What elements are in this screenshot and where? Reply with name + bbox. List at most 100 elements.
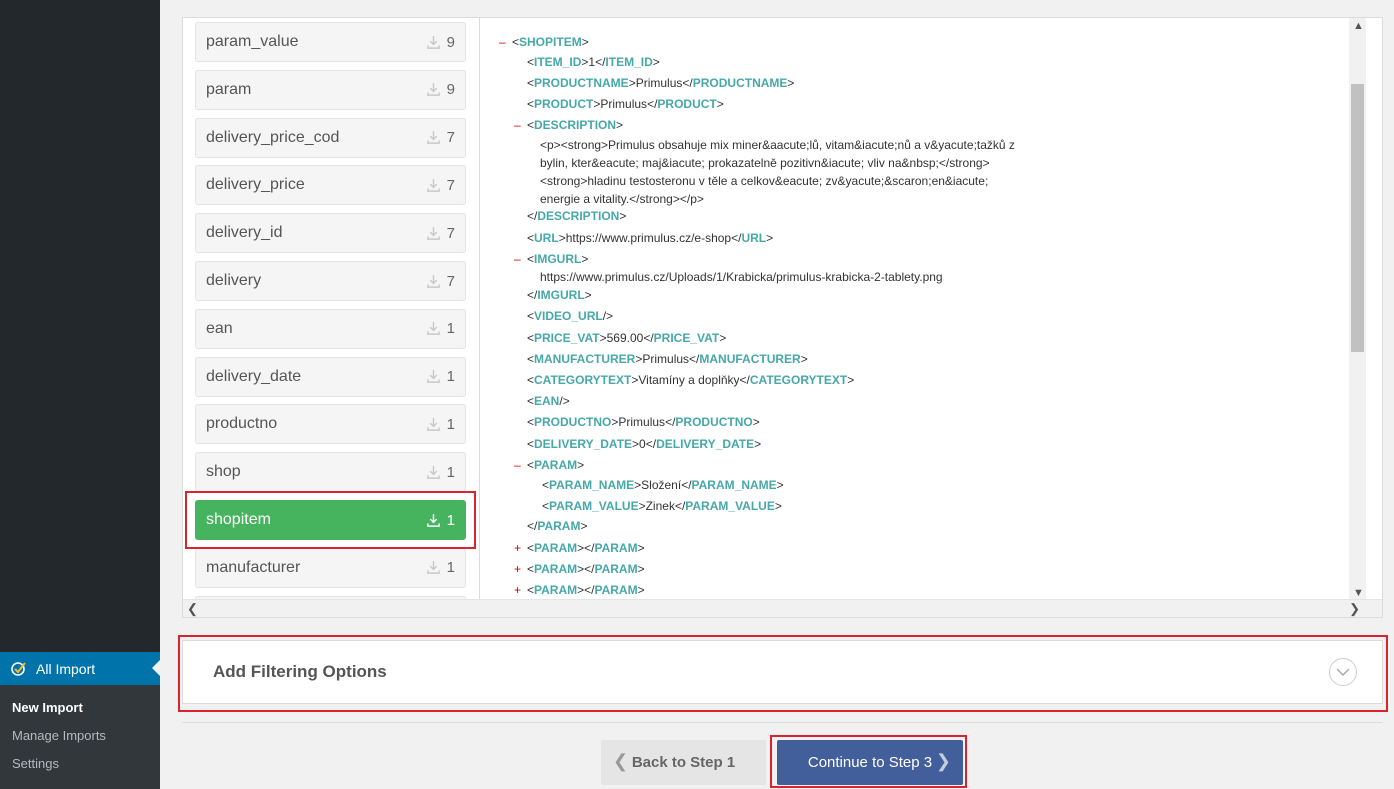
element-count: 7: [426, 225, 455, 242]
element-button-delivery[interactable]: delivery 7: [195, 261, 466, 301]
menu-item-all-import[interactable]: All Import: [0, 652, 160, 685]
xml-line: <URL>https://www.primulus.cz/e-shop</URL…: [527, 231, 774, 245]
xml-line: <PARAM></PARAM>: [527, 541, 645, 555]
element-name: delivery_price: [206, 176, 305, 194]
download-icon: [426, 274, 440, 288]
xml-line: <PRICE_VAT>569.00</PRICE_VAT>: [527, 331, 727, 345]
submenu-new-import[interactable]: New Import: [12, 700, 83, 715]
xml-line: <PRODUCT>Primulus</PRODUCT>: [527, 97, 724, 111]
xml-line: <PRODUCTNAME>Primulus</PRODUCTNAME>: [527, 76, 795, 90]
element-count-value: 9: [446, 33, 455, 51]
element-count: 9: [426, 81, 455, 98]
expand-toggle[interactable]: +: [514, 562, 521, 576]
download-icon: [426, 83, 440, 97]
scroll-right-icon[interactable]: ❯: [1349, 601, 1360, 617]
vertical-scrollbar[interactable]: ▲ ▼: [1349, 18, 1366, 601]
xml-line: </PARAM>: [527, 519, 588, 533]
download-icon: [426, 561, 440, 575]
all-import-submenu: New Import Manage Imports Settings: [0, 685, 160, 789]
collapse-toggle[interactable]: –: [514, 118, 521, 132]
download-icon: [426, 465, 440, 479]
continue-to-step-3-button[interactable]: Continue to Step 3 ❯: [777, 740, 963, 785]
xml-line: bylin, kter&eacute; maj&iacute; prokazat…: [540, 156, 990, 170]
xml-line: <PARAM></PARAM>: [527, 562, 645, 576]
current-menu-arrow: [152, 660, 160, 676]
download-icon: [426, 322, 440, 336]
expand-toggle[interactable]: +: [514, 583, 521, 597]
element-count: 1: [426, 416, 455, 433]
vertical-scroll-thumb[interactable]: [1351, 84, 1364, 352]
element-count-value: 1: [446, 463, 455, 481]
element-button-shop[interactable]: shop 1: [195, 452, 466, 493]
element-count: 1: [426, 559, 455, 576]
download-icon: [426, 226, 440, 240]
xml-line: <PARAM_VALUE>Zinek</PARAM_VALUE>: [542, 499, 782, 513]
admin-sidebar: All Import New Import Manage Imports Set…: [0, 0, 160, 789]
element-name: shopitem: [206, 511, 271, 528]
download-icon: [426, 131, 440, 144]
collapse-toggle[interactable]: –: [499, 35, 506, 49]
element-button-param-value[interactable]: param_value 9: [195, 22, 466, 62]
scroll-up-icon[interactable]: ▲: [1353, 20, 1364, 32]
element-count-value: 1: [446, 368, 455, 386]
element-name: delivery_price_cod: [206, 128, 340, 146]
collapse-toggle[interactable]: –: [514, 458, 521, 472]
xml-line: <PRODUCTNO>Primulus</PRODUCTNO>: [527, 415, 760, 429]
element-name: param_value: [206, 33, 299, 50]
back-to-step-1-button[interactable]: ❮ Back to Step 1: [601, 740, 766, 785]
xml-line: https://www.primulus.cz/Uploads/1/Krabic…: [540, 270, 943, 284]
download-icon: [426, 417, 440, 431]
divider: [182, 722, 1383, 723]
element-count: 1: [426, 368, 455, 385]
expand-toggle[interactable]: +: [514, 541, 521, 555]
xml-line: </DESCRIPTION>: [527, 209, 627, 223]
back-button-label: Back to Step 1: [631, 754, 736, 771]
element-button-shopitem[interactable]: shopitem 1: [195, 500, 466, 540]
element-name: delivery: [206, 272, 262, 289]
scroll-left-icon[interactable]: ❮: [187, 601, 198, 617]
xml-line: <ITEM_ID>1</ITEM_ID>: [527, 55, 660, 69]
element-count: 1: [426, 512, 455, 529]
submenu-settings[interactable]: Settings: [12, 756, 59, 771]
element-button-delivery-price[interactable]: delivery_price 7: [195, 165, 466, 206]
filtering-options-panel[interactable]: Add Filtering Options: [182, 640, 1383, 704]
element-count-value: 1: [446, 511, 455, 529]
xml-line: <PARAM_NAME>Složení</PARAM_NAME>: [542, 478, 784, 492]
element-count-value: 7: [446, 224, 455, 242]
xml-line: energie a vitality.</strong></p>: [540, 192, 704, 206]
element-button-manufacturer[interactable]: manufacturer 1: [195, 547, 466, 588]
xml-line: <DELIVERY_DATE>0</DELIVERY_DATE>: [527, 437, 762, 451]
submenu-manage-imports[interactable]: Manage Imports: [12, 728, 106, 743]
element-button-delivery-date[interactable]: delivery_date 1: [195, 356, 466, 397]
xml-tree-view: <SHOPITEM> – <ITEM_ID>1</ITEM_ID> <PRODUCTN…: [479, 18, 1366, 601]
element-name: delivery_date: [206, 367, 302, 385]
xml-line: <CATEGORYTEXT>Vitamíny a doplňky</CATEGO…: [527, 373, 855, 387]
element-name: manufacturer: [206, 558, 301, 576]
element-count-value: 1: [446, 320, 455, 338]
xml-line: <VIDEO_URL/>: [527, 309, 614, 323]
element-button-ean[interactable]: ean 1: [195, 308, 466, 349]
element-name: delivery_id: [206, 224, 283, 242]
xml-line: <PARAM></PARAM>: [527, 583, 645, 597]
chevron-right-icon: ❯: [935, 751, 951, 771]
element-count-value: 7: [446, 129, 455, 147]
element-button-delivery-price-cod[interactable]: delivery_price_cod 7: [195, 117, 466, 158]
horizontal-scrollbar[interactable]: ❮ ❯: [183, 599, 1382, 617]
element-button-param[interactable]: param 9: [195, 69, 466, 110]
download-icon: [426, 178, 440, 192]
element-button-delivery-id[interactable]: delivery_id 7: [195, 213, 466, 254]
download-icon: [426, 513, 440, 527]
xml-line: <PARAM>: [527, 458, 585, 472]
element-count-value: 9: [446, 81, 455, 99]
chevron-down-icon[interactable]: [1329, 658, 1357, 686]
xml-line: <strong>hladinu testosteronu v těle a ce…: [540, 174, 989, 188]
element-button-productno[interactable]: productno 1: [195, 404, 466, 445]
scroll-down-icon[interactable]: ▼: [1353, 587, 1364, 599]
download-icon: [426, 370, 440, 383]
collapse-toggle[interactable]: –: [514, 252, 521, 266]
element-count-value: 7: [446, 176, 455, 194]
menu-item-all-import-label: All Import: [36, 660, 96, 677]
xml-line: <IMGURL>: [527, 252, 589, 266]
element-count: 7: [426, 129, 455, 146]
element-count: 9: [426, 34, 455, 51]
